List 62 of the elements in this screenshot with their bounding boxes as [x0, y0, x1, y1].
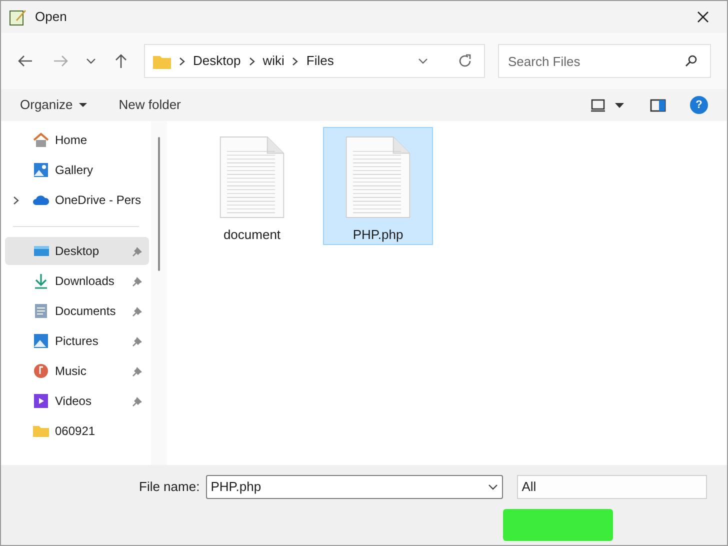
- document-icon: [218, 136, 286, 218]
- sidebar-item[interactable]: Pictures: [5, 327, 149, 355]
- download-arrow-icon: [33, 273, 50, 289]
- video-icon: [33, 393, 50, 409]
- folder-icon: [33, 423, 50, 439]
- home-icon: [33, 132, 50, 148]
- view-button[interactable]: [591, 98, 624, 112]
- picture-icon: [33, 333, 50, 349]
- pin-icon[interactable]: [132, 366, 143, 376]
- sidebar-item[interactable]: Documents: [5, 297, 149, 325]
- preview-pane-icon[interactable]: [650, 98, 666, 112]
- monitor-icon: [591, 98, 605, 112]
- new-folder-button[interactable]: New folder: [118, 95, 181, 115]
- sidebar-item[interactable]: Downloads: [5, 267, 149, 295]
- notepad-icon: [9, 8, 27, 26]
- window-title: Open: [35, 8, 67, 26]
- chevron-down-icon: [488, 484, 498, 490]
- close-icon: [697, 11, 709, 23]
- document-icon: [344, 136, 412, 218]
- search-field[interactable]: Search Files: [498, 44, 711, 78]
- breadcrumb-item[interactable]: Files: [306, 51, 334, 71]
- file-type-dropdown[interactable]: All: [516, 475, 707, 499]
- sidebar-item[interactable]: Videos: [5, 387, 149, 415]
- pin-icon[interactable]: [132, 246, 143, 256]
- sidebar-item[interactable]: OneDrive - Pers: [5, 186, 149, 214]
- document-icon: [33, 303, 50, 319]
- forward-arrow-icon: [53, 55, 69, 67]
- organize-button[interactable]: Organize: [20, 95, 87, 115]
- chevron-down-icon: [86, 58, 96, 64]
- refresh-icon[interactable]: [458, 54, 472, 68]
- file-item[interactable]: PHP.php: [323, 127, 433, 245]
- search-icon: [685, 55, 697, 67]
- sidebar-item[interactable]: 060921: [5, 417, 149, 445]
- file-item[interactable]: document: [197, 127, 307, 245]
- file-name-field[interactable]: PHP.php: [206, 475, 503, 499]
- chevron-down-icon[interactable]: [418, 58, 428, 64]
- back-arrow-icon: [17, 55, 33, 67]
- desktop-icon: [33, 243, 50, 259]
- breadcrumb-item[interactable]: wiki: [262, 51, 284, 71]
- caret-icon: [615, 102, 624, 108]
- file-name-label: File name:: [139, 478, 200, 496]
- address-bar[interactable]: Desktop wiki Files: [144, 44, 485, 78]
- pin-icon[interactable]: [132, 336, 143, 346]
- sidebar-item[interactable]: Home: [5, 126, 149, 154]
- chevron-right-icon[interactable]: [292, 56, 298, 66]
- sidebar-item[interactable]: Music: [5, 357, 149, 385]
- pin-icon[interactable]: [132, 306, 143, 316]
- pin-icon[interactable]: [132, 396, 143, 406]
- folder-icon: [153, 54, 171, 68]
- picture-icon: [33, 162, 50, 178]
- chevron-right-icon[interactable]: [248, 56, 255, 66]
- scrollbar-thumb[interactable]: [158, 137, 160, 271]
- up-arrow-icon: [115, 53, 127, 69]
- music-note-icon: [33, 363, 50, 379]
- chevron-right-icon[interactable]: [13, 196, 19, 204]
- caret-icon: [78, 103, 87, 107]
- chevron-right-icon[interactable]: [179, 56, 185, 66]
- breadcrumb-item[interactable]: Desktop: [193, 51, 241, 71]
- help-button[interactable]: ?: [690, 96, 708, 114]
- sidebar-item[interactable]: Gallery: [5, 156, 149, 184]
- pin-icon[interactable]: [132, 276, 143, 286]
- sidebar-item[interactable]: Desktop: [5, 237, 149, 265]
